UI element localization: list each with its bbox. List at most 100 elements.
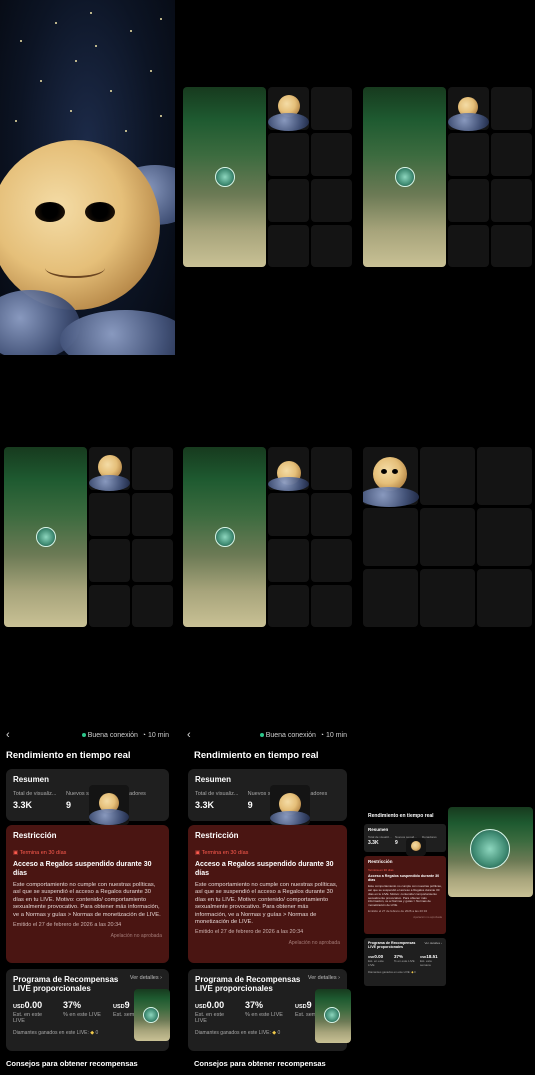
empty-seat[interactable] bbox=[311, 87, 352, 130]
empty-seat[interactable] bbox=[132, 493, 173, 536]
live-performance-panel-mini: Rendimiento en tiempo real Resumen Total… bbox=[362, 807, 534, 992]
empty-seat[interactable] bbox=[363, 569, 418, 627]
empty-seat[interactable] bbox=[448, 225, 489, 267]
empty-seat[interactable] bbox=[491, 133, 532, 176]
badge-label: Termina en 30 días bbox=[19, 850, 67, 856]
host-video-tile[interactable] bbox=[363, 87, 446, 267]
floating-host-tile[interactable] bbox=[134, 989, 170, 1041]
guest-video-tile[interactable] bbox=[268, 447, 309, 491]
stat-label: % en este LIVE bbox=[394, 958, 415, 963]
floating-guest-tile[interactable] bbox=[89, 785, 129, 825]
appeal-status: Apelación no aprobada bbox=[110, 933, 162, 940]
guest-avatar[interactable] bbox=[215, 527, 235, 547]
floating-guest-tile[interactable] bbox=[270, 785, 310, 825]
empty-seat[interactable] bbox=[268, 133, 309, 176]
restriction-body: Este comportamiento no cumple con nuestr… bbox=[13, 882, 161, 918]
empty-seat[interactable] bbox=[420, 508, 475, 566]
empty-seat[interactable] bbox=[311, 585, 352, 627]
restriction-card[interactable]: Restricción Termina en 30 días Acceso a … bbox=[364, 856, 446, 934]
empty-seat[interactable] bbox=[311, 539, 352, 582]
floating-host-tile[interactable] bbox=[315, 989, 351, 1043]
stat-label: Est. en este LIVE bbox=[195, 1012, 225, 1024]
empty-seat[interactable] bbox=[268, 539, 309, 582]
restriction-badge: Termina en 30 días bbox=[368, 868, 394, 872]
host-video-tile[interactable] bbox=[4, 447, 87, 627]
restriction-heading: Restricción bbox=[368, 859, 393, 864]
floating-guest-tile[interactable] bbox=[406, 838, 426, 856]
empty-seat[interactable] bbox=[311, 493, 352, 536]
guest-avatar[interactable] bbox=[36, 527, 56, 547]
empty-seat[interactable] bbox=[491, 179, 532, 222]
currency-label: USD bbox=[195, 1004, 207, 1010]
back-button[interactable]: ‹ bbox=[187, 729, 191, 741]
floating-host-tile[interactable] bbox=[448, 807, 533, 897]
stat-label: Total de visualiz... bbox=[195, 791, 239, 797]
empty-seat[interactable] bbox=[268, 179, 309, 222]
guest-avatar[interactable] bbox=[215, 167, 235, 187]
panel-topbar: ‹ Buena conexión ◔ 10 min bbox=[181, 729, 353, 745]
stat-label: Est. en este LIVE bbox=[368, 958, 384, 967]
stat-label: Total de visualiz... bbox=[13, 791, 57, 797]
empty-seat[interactable] bbox=[311, 133, 352, 176]
guest-video-tile[interactable] bbox=[268, 87, 309, 131]
empty-seat[interactable] bbox=[491, 225, 532, 267]
empty-seat[interactable] bbox=[448, 179, 489, 222]
duration-label: 10 min bbox=[147, 732, 169, 739]
restriction-card[interactable]: Restricción ▣ Termina en 30 días Acceso … bbox=[6, 825, 169, 963]
stat-label: Est. esta semana bbox=[420, 958, 432, 967]
empty-seat[interactable] bbox=[311, 225, 352, 267]
host-video-tile[interactable] bbox=[183, 447, 266, 627]
restriction-card[interactable]: Restricción ▣ Termina en 30 días Acceso … bbox=[188, 825, 347, 963]
summary-card[interactable]: Resumen Total de visualiz... 3.3K Nuevos … bbox=[6, 769, 169, 821]
live-performance-panel: ‹ Buena conexión ◔ 10 min Rendimiento en… bbox=[0, 729, 175, 1075]
empty-seat[interactable] bbox=[132, 539, 173, 582]
empty-seat[interactable] bbox=[477, 447, 532, 505]
empty-seat[interactable] bbox=[89, 493, 130, 536]
currency-label: USD bbox=[113, 1004, 125, 1010]
empty-seat[interactable] bbox=[268, 585, 309, 627]
empty-seat[interactable] bbox=[89, 539, 130, 582]
host-video-tile[interactable] bbox=[183, 87, 266, 267]
page-title: Rendimiento en tiempo real bbox=[194, 750, 319, 761]
empty-seat[interactable] bbox=[363, 508, 418, 566]
summary-card[interactable]: Resumen Total de visualiz... 3.3K Nuevos … bbox=[364, 824, 446, 852]
tips-heading[interactable]: Consejos para obtener recompensas bbox=[6, 1059, 138, 1068]
details-label: Ver detalles bbox=[129, 975, 159, 981]
connection-status: Buena conexión ◔ 10 min bbox=[259, 732, 347, 739]
stat-label: % en este LIVE bbox=[245, 1012, 283, 1018]
empty-seat[interactable] bbox=[268, 493, 309, 536]
panel-topbar: ‹ Buena conexión ◔ 10 min bbox=[0, 729, 175, 745]
empty-seat[interactable] bbox=[311, 447, 352, 490]
summary-card[interactable]: Resumen Total de visualiz... 3.3K Nuevos … bbox=[188, 769, 347, 821]
guest-video-tile[interactable] bbox=[89, 447, 130, 491]
empty-seat[interactable] bbox=[477, 569, 532, 627]
rewards-details-link[interactable]: Ver detalles › bbox=[424, 941, 442, 950]
empty-seat[interactable] bbox=[132, 585, 173, 627]
empty-seat[interactable] bbox=[420, 569, 475, 627]
empty-seat[interactable] bbox=[268, 225, 309, 267]
guest-avatar[interactable] bbox=[395, 167, 415, 187]
stat-value: 3.3K bbox=[13, 800, 33, 810]
rewards-card[interactable]: Programa de Recompensas LIVE proporciona… bbox=[364, 938, 446, 986]
tips-heading[interactable]: Consejos para obtener recompensas bbox=[194, 1059, 326, 1068]
diamonds-value: 0 bbox=[95, 1030, 99, 1036]
empty-seat[interactable] bbox=[89, 585, 130, 627]
restriction-heading: Restricción bbox=[195, 831, 239, 840]
restriction-badge: ▣ Termina en 30 días bbox=[195, 850, 249, 856]
moon-video-frame bbox=[0, 0, 175, 355]
connection-status: Buena conexión ◔ 10 min bbox=[81, 732, 169, 739]
connection-dot-icon bbox=[81, 733, 86, 738]
guest-video-tile[interactable] bbox=[363, 447, 419, 507]
empty-seat[interactable] bbox=[477, 508, 532, 566]
diamond-icon: ◆ bbox=[272, 1030, 277, 1036]
empty-seat[interactable] bbox=[311, 179, 352, 222]
restriction-title: Acceso a Regalos suspendido durante 30 d… bbox=[368, 874, 440, 883]
summary-heading: Resumen bbox=[195, 775, 232, 784]
empty-seat[interactable] bbox=[132, 447, 173, 490]
empty-seat[interactable] bbox=[448, 133, 489, 176]
empty-seat[interactable] bbox=[491, 87, 532, 130]
guest-video-tile[interactable] bbox=[448, 87, 489, 131]
back-button[interactable]: ‹ bbox=[6, 729, 10, 741]
diamond-icon: ◆ bbox=[90, 1030, 95, 1036]
empty-seat[interactable] bbox=[420, 447, 475, 505]
